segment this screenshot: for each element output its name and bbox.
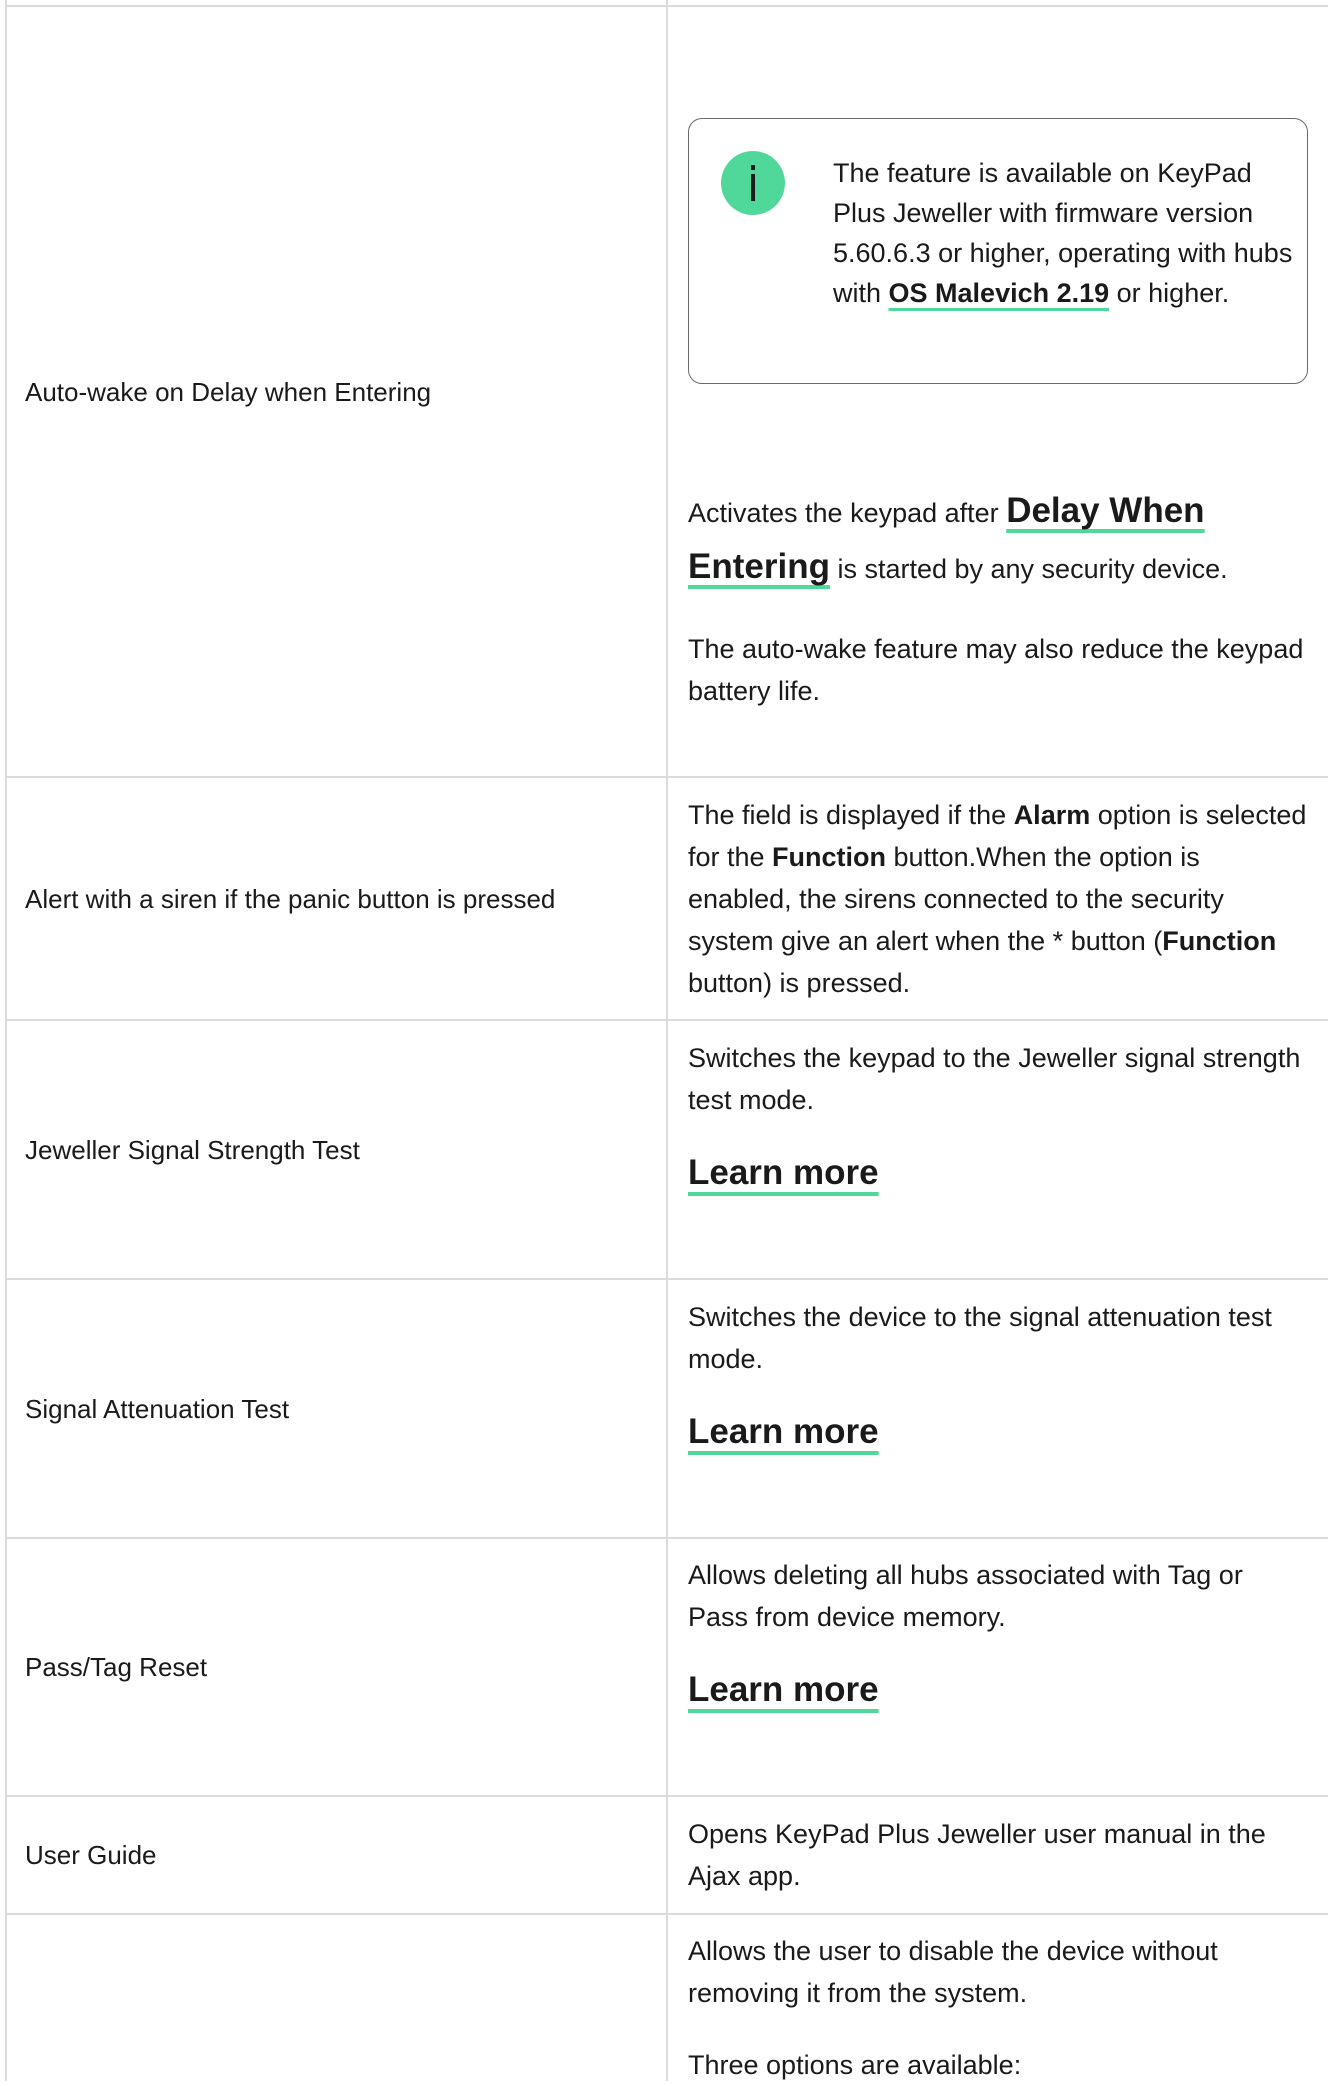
info-icon xyxy=(721,151,785,215)
column-divider-left xyxy=(5,0,7,2081)
setting-description: The field is displayed if the Alarm opti… xyxy=(688,794,1310,1004)
info-note-text: The feature is available on KeyPad Plus … xyxy=(833,158,1293,308)
info-note: The feature is available on KeyPad Plus … xyxy=(688,118,1308,384)
description-paragraph: Switches the device to the signal attenu… xyxy=(688,1302,1272,1374)
setting-name: Signal Attenuation Test xyxy=(25,1280,645,1537)
description-paragraph: Allows deleting all hubs associated with… xyxy=(688,1560,1243,1632)
description-paragraph: Allows the user to disable the device wi… xyxy=(688,1936,1218,2008)
setting-name-text: Pass/Tag Reset xyxy=(25,1652,208,1682)
setting-name-text: Alert with a siren if the panic button i… xyxy=(25,883,556,914)
description-paragraph: Activates the keypad after Delay When En… xyxy=(688,491,1228,586)
setting-name: Auto-wake on Delay when Entering xyxy=(25,7,645,776)
setting-description: Switches the device to the signal attenu… xyxy=(688,1296,1310,1455)
setting-name-text: User Guide xyxy=(25,1840,157,1870)
description-paragraph: Switches the keypad to the Jeweller sign… xyxy=(688,1043,1301,1115)
setting-name: Jeweller Signal Strength Test xyxy=(25,1021,645,1278)
column-divider-middle xyxy=(666,0,668,2081)
settings-table: Auto-wake on Delay when Entering The fea… xyxy=(0,0,1328,2081)
setting-description: Allows the user to disable the device wi… xyxy=(688,1930,1310,2086)
description-paragraph: Opens KeyPad Plus Jeweller user manual i… xyxy=(688,1819,1266,1891)
description-paragraph: Three options are available: xyxy=(688,2050,1022,2080)
setting-name: User Guide xyxy=(25,1797,645,1913)
learn-more-link[interactable]: Learn more xyxy=(688,1410,879,1454)
setting-description: Opens KeyPad Plus Jeweller user manual i… xyxy=(688,1813,1310,1897)
description-paragraph: The auto-wake feature may also reduce th… xyxy=(688,634,1304,706)
setting-description: Switches the keypad to the Jeweller sign… xyxy=(688,1037,1310,1196)
setting-name-text: Signal Attenuation Test xyxy=(25,1393,290,1424)
learn-more-link[interactable]: Learn more xyxy=(688,1151,879,1195)
setting-description: Activates the keypad after Delay When En… xyxy=(688,484,1310,712)
setting-name: Alert with a siren if the panic button i… xyxy=(25,778,645,1019)
setting-name-text: Auto-wake on Delay when Entering xyxy=(25,376,432,407)
description-paragraph: The field is displayed if the Alarm opti… xyxy=(688,800,1307,998)
setting-description: Allows deleting all hubs associated with… xyxy=(688,1554,1310,1713)
setting-name-text: Jeweller Signal Strength Test xyxy=(25,1134,360,1165)
os-malevich-link[interactable]: OS Malevich 2.19 xyxy=(889,278,1110,308)
setting-name: Pass/Tag Reset xyxy=(25,1539,645,1795)
learn-more-link[interactable]: Learn more xyxy=(688,1668,879,1712)
